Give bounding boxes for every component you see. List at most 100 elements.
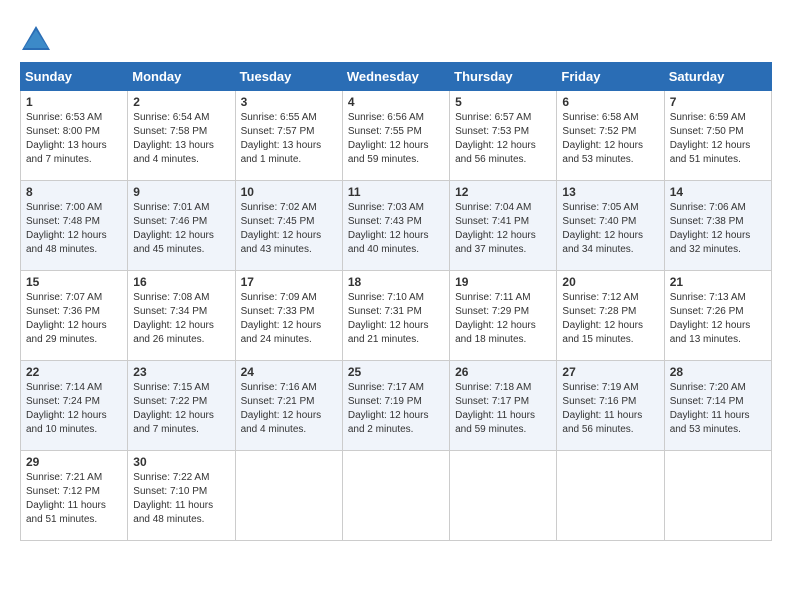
day-number: 30 bbox=[133, 455, 229, 469]
cell-content: Sunrise: 7:20 AMSunset: 7:14 PMDaylight:… bbox=[670, 381, 766, 437]
cell-content: Sunrise: 7:07 AMSunset: 7:36 PMDaylight:… bbox=[26, 291, 122, 347]
cell-content: Sunrise: 7:09 AMSunset: 7:33 PMDaylight:… bbox=[241, 291, 337, 347]
header-cell-wednesday: Wednesday bbox=[342, 63, 449, 91]
calendar-cell: 28 Sunrise: 7:20 AMSunset: 7:14 PMDayligh… bbox=[664, 361, 771, 451]
calendar-cell: 12 Sunrise: 7:04 AMSunset: 7:41 PMDayligh… bbox=[450, 181, 557, 271]
calendar-cell: 24 Sunrise: 7:16 AMSunset: 7:21 PMDayligh… bbox=[235, 361, 342, 451]
header-cell-thursday: Thursday bbox=[450, 63, 557, 91]
cell-content: Sunrise: 6:54 AMSunset: 7:58 PMDaylight:… bbox=[133, 111, 229, 167]
day-number: 28 bbox=[670, 365, 766, 379]
header-cell-monday: Monday bbox=[128, 63, 235, 91]
day-number: 25 bbox=[348, 365, 444, 379]
cell-content: Sunrise: 6:55 AMSunset: 7:57 PMDaylight:… bbox=[241, 111, 337, 167]
day-number: 21 bbox=[670, 275, 766, 289]
calendar-cell bbox=[664, 451, 771, 541]
header-cell-tuesday: Tuesday bbox=[235, 63, 342, 91]
cell-content: Sunrise: 7:13 AMSunset: 7:26 PMDaylight:… bbox=[670, 291, 766, 347]
header-cell-sunday: Sunday bbox=[21, 63, 128, 91]
day-number: 10 bbox=[241, 185, 337, 199]
calendar-week-row: 15 Sunrise: 7:07 AMSunset: 7:36 PMDayligh… bbox=[21, 271, 772, 361]
day-number: 7 bbox=[670, 95, 766, 109]
day-number: 13 bbox=[562, 185, 658, 199]
cell-content: Sunrise: 7:04 AMSunset: 7:41 PMDaylight:… bbox=[455, 201, 551, 257]
cell-content: Sunrise: 7:21 AMSunset: 7:12 PMDaylight:… bbox=[26, 471, 122, 527]
calendar-cell: 1 Sunrise: 6:53 AMSunset: 8:00 PMDaylight… bbox=[21, 91, 128, 181]
day-number: 20 bbox=[562, 275, 658, 289]
calendar-cell: 22 Sunrise: 7:14 AMSunset: 7:24 PMDayligh… bbox=[21, 361, 128, 451]
calendar-cell: 27 Sunrise: 7:19 AMSunset: 7:16 PMDayligh… bbox=[557, 361, 664, 451]
calendar-week-row: 8Sunrise: 7:00 AMSunset: 7:48 PMDaylight… bbox=[21, 181, 772, 271]
cell-content: Sunrise: 6:58 AMSunset: 7:52 PMDaylight:… bbox=[562, 111, 658, 167]
day-number: 24 bbox=[241, 365, 337, 379]
day-number: 15 bbox=[26, 275, 122, 289]
calendar-cell: 9 Sunrise: 7:01 AMSunset: 7:46 PMDaylight… bbox=[128, 181, 235, 271]
cell-content: Sunrise: 7:05 AMSunset: 7:40 PMDaylight:… bbox=[562, 201, 658, 257]
cell-content: Sunrise: 6:53 AMSunset: 8:00 PMDaylight:… bbox=[26, 111, 122, 167]
cell-content: Sunrise: 7:22 AMSunset: 7:10 PMDaylight:… bbox=[133, 471, 229, 527]
cell-content: Sunrise: 7:02 AMSunset: 7:45 PMDaylight:… bbox=[241, 201, 337, 257]
day-number: 27 bbox=[562, 365, 658, 379]
cell-content: Sunrise: 7:08 AMSunset: 7:34 PMDaylight:… bbox=[133, 291, 229, 347]
calendar-cell: 7Sunrise: 6:59 AMSunset: 7:50 PMDaylight… bbox=[664, 91, 771, 181]
calendar-cell: 10 Sunrise: 7:02 AMSunset: 7:45 PMDayligh… bbox=[235, 181, 342, 271]
calendar-cell: 26 Sunrise: 7:18 AMSunset: 7:17 PMDayligh… bbox=[450, 361, 557, 451]
cell-content: Sunrise: 7:14 AMSunset: 7:24 PMDaylight:… bbox=[26, 381, 122, 437]
calendar-cell: 6 Sunrise: 6:58 AMSunset: 7:52 PMDaylight… bbox=[557, 91, 664, 181]
cell-content: Sunrise: 6:57 AMSunset: 7:53 PMDaylight:… bbox=[455, 111, 551, 167]
day-number: 12 bbox=[455, 185, 551, 199]
logo bbox=[20, 24, 50, 52]
calendar-cell: 2 Sunrise: 6:54 AMSunset: 7:58 PMDaylight… bbox=[128, 91, 235, 181]
cell-content: Sunrise: 6:56 AMSunset: 7:55 PMDaylight:… bbox=[348, 111, 444, 167]
day-number: 11 bbox=[348, 185, 444, 199]
cell-content: Sunrise: 7:01 AMSunset: 7:46 PMDaylight:… bbox=[133, 201, 229, 257]
cell-content: Sunrise: 7:03 AMSunset: 7:43 PMDaylight:… bbox=[348, 201, 444, 257]
calendar-cell: 30 Sunrise: 7:22 AMSunset: 7:10 PMDayligh… bbox=[128, 451, 235, 541]
calendar-cell: 20 Sunrise: 7:12 AMSunset: 7:28 PMDayligh… bbox=[557, 271, 664, 361]
calendar-cell: 13 Sunrise: 7:05 AMSunset: 7:40 PMDayligh… bbox=[557, 181, 664, 271]
cell-content: Sunrise: 7:10 AMSunset: 7:31 PMDaylight:… bbox=[348, 291, 444, 347]
cell-content: Sunrise: 7:15 AMSunset: 7:22 PMDaylight:… bbox=[133, 381, 229, 437]
calendar-cell bbox=[342, 451, 449, 541]
calendar-cell: 19 Sunrise: 7:11 AMSunset: 7:29 PMDayligh… bbox=[450, 271, 557, 361]
cell-content: Sunrise: 7:00 AMSunset: 7:48 PMDaylight:… bbox=[26, 201, 122, 257]
day-number: 23 bbox=[133, 365, 229, 379]
calendar-week-row: 22 Sunrise: 7:14 AMSunset: 7:24 PMDayligh… bbox=[21, 361, 772, 451]
cell-content: Sunrise: 7:12 AMSunset: 7:28 PMDaylight:… bbox=[562, 291, 658, 347]
header-cell-saturday: Saturday bbox=[664, 63, 771, 91]
day-number: 18 bbox=[348, 275, 444, 289]
day-number: 1 bbox=[26, 95, 122, 109]
cell-content: Sunrise: 7:19 AMSunset: 7:16 PMDaylight:… bbox=[562, 381, 658, 437]
calendar-cell: 18 Sunrise: 7:10 AMSunset: 7:31 PMDayligh… bbox=[342, 271, 449, 361]
calendar-week-row: 1 Sunrise: 6:53 AMSunset: 8:00 PMDaylight… bbox=[21, 91, 772, 181]
calendar-cell: 14Sunrise: 7:06 AMSunset: 7:38 PMDayligh… bbox=[664, 181, 771, 271]
calendar-cell: 11 Sunrise: 7:03 AMSunset: 7:43 PMDayligh… bbox=[342, 181, 449, 271]
cell-content: Sunrise: 7:16 AMSunset: 7:21 PMDaylight:… bbox=[241, 381, 337, 437]
day-number: 2 bbox=[133, 95, 229, 109]
day-number: 9 bbox=[133, 185, 229, 199]
day-number: 14 bbox=[670, 185, 766, 199]
page-header bbox=[20, 20, 772, 52]
logo-icon bbox=[20, 24, 48, 52]
cell-content: Sunrise: 7:17 AMSunset: 7:19 PMDaylight:… bbox=[348, 381, 444, 437]
day-number: 22 bbox=[26, 365, 122, 379]
calendar-table: SundayMondayTuesdayWednesdayThursdayFrid… bbox=[20, 62, 772, 541]
calendar-cell: 3Sunrise: 6:55 AMSunset: 7:57 PMDaylight… bbox=[235, 91, 342, 181]
calendar-week-row: 29 Sunrise: 7:21 AMSunset: 7:12 PMDayligh… bbox=[21, 451, 772, 541]
cell-content: Sunrise: 7:18 AMSunset: 7:17 PMDaylight:… bbox=[455, 381, 551, 437]
calendar-cell: 21 Sunrise: 7:13 AMSunset: 7:26 PMDayligh… bbox=[664, 271, 771, 361]
calendar-cell: 29 Sunrise: 7:21 AMSunset: 7:12 PMDayligh… bbox=[21, 451, 128, 541]
calendar-cell: 17Sunrise: 7:09 AMSunset: 7:33 PMDayligh… bbox=[235, 271, 342, 361]
cell-content: Sunrise: 7:11 AMSunset: 7:29 PMDaylight:… bbox=[455, 291, 551, 347]
day-number: 4 bbox=[348, 95, 444, 109]
calendar-cell: 25 Sunrise: 7:17 AMSunset: 7:19 PMDayligh… bbox=[342, 361, 449, 451]
calendar-cell: 4 Sunrise: 6:56 AMSunset: 7:55 PMDaylight… bbox=[342, 91, 449, 181]
day-number: 6 bbox=[562, 95, 658, 109]
calendar-cell: 8Sunrise: 7:00 AMSunset: 7:48 PMDaylight… bbox=[21, 181, 128, 271]
calendar-cell bbox=[557, 451, 664, 541]
day-number: 19 bbox=[455, 275, 551, 289]
calendar-cell: 23 Sunrise: 7:15 AMSunset: 7:22 PMDayligh… bbox=[128, 361, 235, 451]
header-cell-friday: Friday bbox=[557, 63, 664, 91]
day-number: 29 bbox=[26, 455, 122, 469]
calendar-cell bbox=[235, 451, 342, 541]
day-number: 26 bbox=[455, 365, 551, 379]
